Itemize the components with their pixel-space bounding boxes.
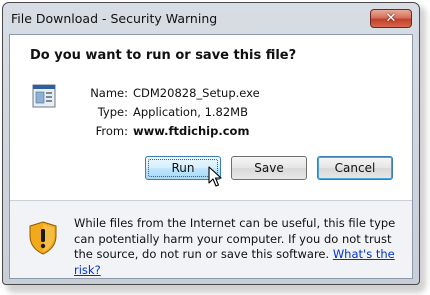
window-title: File Download - Security Warning xyxy=(11,11,218,26)
name-label: Name: xyxy=(90,86,128,100)
dialog-heading: Do you want to run or save this file? xyxy=(30,48,297,63)
name-value: CDM20828_Setup.exe xyxy=(133,86,260,100)
title-bar[interactable]: File Download - Security Warning ✕ xyxy=(3,3,419,34)
dialog-content: Do you want to run or save this file? Na… xyxy=(9,34,413,279)
close-button[interactable]: ✕ xyxy=(370,9,412,28)
type-label: Type: xyxy=(97,105,128,119)
type-value: Application, 1.82MB xyxy=(133,105,248,119)
warning-shield-icon xyxy=(29,221,57,255)
dialog-window: File Download - Security Warning ✕ Do yo… xyxy=(2,2,420,285)
close-icon: ✕ xyxy=(385,11,397,26)
from-label: From: xyxy=(95,124,128,138)
from-value: www.ftdichip.com xyxy=(133,124,250,138)
warning-message: While files from the Internet can be use… xyxy=(74,216,404,278)
save-button-label: Save xyxy=(254,161,284,175)
cancel-button[interactable]: Cancel xyxy=(317,156,393,180)
warning-footer: While files from the Internet can be use… xyxy=(10,201,412,278)
mouse-pointer-icon xyxy=(208,166,222,187)
cancel-button-label: Cancel xyxy=(334,161,376,175)
save-button[interactable]: Save xyxy=(231,156,307,180)
